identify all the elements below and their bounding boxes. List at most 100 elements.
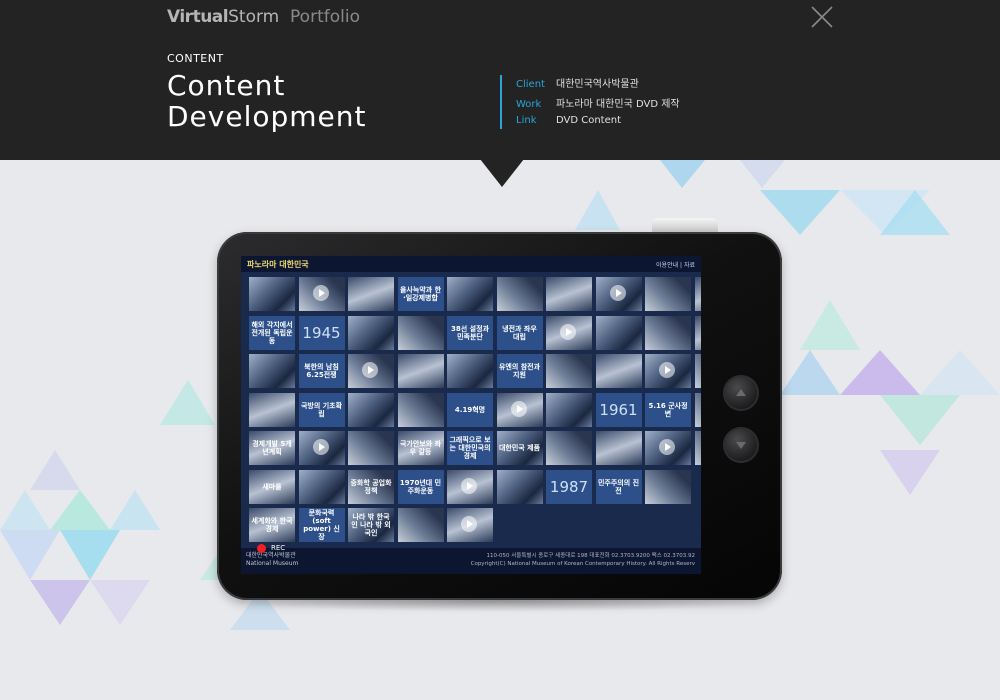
close-icon[interactable] xyxy=(810,5,834,29)
arrow-down-icon xyxy=(736,442,746,449)
content-tile[interactable]: 국방의 기초확립 xyxy=(298,392,345,427)
tile-label: 민주주의의 진전 xyxy=(597,478,640,495)
content-tile[interactable] xyxy=(348,431,394,465)
tile-label: 그래픽으로 보는 대한민국의 경제 xyxy=(449,436,491,460)
content-tile[interactable] xyxy=(397,354,444,388)
content-tile[interactable] xyxy=(645,315,691,350)
content-tile[interactable]: 북한의 남침 6.25전쟁 xyxy=(298,354,345,388)
content-tile[interactable] xyxy=(348,392,394,427)
rec-indicator: REC xyxy=(256,544,286,553)
content-tile[interactable] xyxy=(397,392,444,427)
content-tile[interactable] xyxy=(546,277,592,311)
content-tile[interactable]: 5.16 군사정변 xyxy=(645,392,691,427)
content-tile[interactable] xyxy=(348,315,394,350)
content-tile[interactable] xyxy=(595,315,642,350)
content-tile[interactable] xyxy=(298,277,345,311)
content-tile[interactable] xyxy=(298,469,345,504)
content-tile[interactable] xyxy=(447,354,493,388)
content-tile[interactable]: 대한민국 제품 xyxy=(496,431,543,465)
content-tile[interactable]: 1970년대 민주화운동 xyxy=(397,469,444,504)
content-tile[interactable]: 냉전과 좌우 대립 xyxy=(496,315,543,350)
content-tile[interactable] xyxy=(249,354,295,388)
content-tile[interactable] xyxy=(447,277,493,311)
content-tile[interactable] xyxy=(694,392,701,427)
address-line-1: 110-050 서울특별시 종로구 세종대로 198 대표전화 02.3703.… xyxy=(486,553,695,559)
screen-footer: 대한민국역사박물관 National Museum 110-050 서울특별시 … xyxy=(241,548,701,574)
info-value: 파노라마 대한민국 DVD 제작 xyxy=(556,99,680,110)
content-tile[interactable]: 중화학 공업화 정책 xyxy=(348,469,394,504)
content-tile[interactable]: 을사늑약과 한·일강제병합 xyxy=(397,277,444,311)
content-tile[interactable]: 1987 xyxy=(546,469,592,504)
page-title-line-2: Development xyxy=(167,100,367,133)
tile-label: 유엔의 참전과 지원 xyxy=(498,363,541,379)
tile-label: 해외 각지에서 전개된 독립운동 xyxy=(251,320,293,345)
content-tile[interactable] xyxy=(645,431,691,465)
content-tile[interactable]: 그래픽으로 보는 대한민국의 경제 xyxy=(447,431,493,465)
tile-label: 1987 xyxy=(549,477,589,496)
content-tile[interactable] xyxy=(546,392,592,427)
info-key: Client xyxy=(516,79,545,90)
info-row-work: Work 파노라마 대한민국 DVD 제작 xyxy=(516,95,680,110)
content-tile[interactable] xyxy=(645,277,691,311)
content-tile[interactable] xyxy=(645,354,691,388)
address-line-2: Copyright(C) National Museum of Korean C… xyxy=(470,561,695,567)
info-key: Link xyxy=(516,115,537,126)
play-icon xyxy=(609,285,626,301)
content-tile[interactable]: 4.19혁명 xyxy=(447,392,493,427)
content-tile[interactable] xyxy=(249,392,295,427)
content-tile[interactable] xyxy=(595,431,642,465)
play-icon xyxy=(659,362,675,378)
content-tile[interactable]: 나라 밖 한국인 나라 밖 외국인 xyxy=(348,508,394,542)
museum-logo-line-1: 대한민국역사박물관 xyxy=(246,552,296,559)
content-tile[interactable] xyxy=(447,469,493,504)
content-tile[interactable] xyxy=(249,277,295,311)
content-tile[interactable] xyxy=(546,431,592,465)
museum-logo-line-2: National Museum xyxy=(246,560,299,567)
content-tile[interactable]: 경제개발 5개년계획 xyxy=(249,431,295,465)
content-tile[interactable] xyxy=(348,277,394,311)
tile-label: 나라 밖 한국인 나라 밖 외국인 xyxy=(351,513,391,537)
info-row-client: Client 대한민국역사박물관 xyxy=(516,75,639,90)
info-value: 대한민국역사박물관 xyxy=(556,79,639,90)
info-row-link[interactable]: Link DVD Content xyxy=(516,115,621,126)
arrow-up-icon xyxy=(736,389,746,396)
museum-address: 110-050 서울특별시 종로구 세종대로 198 대표전화 02.3703.… xyxy=(471,552,695,568)
content-tile[interactable] xyxy=(496,277,543,311)
content-tile[interactable]: 세계화와 한국경제 xyxy=(249,508,295,542)
tablet-up-button[interactable] xyxy=(723,375,759,411)
content-tile[interactable]: 38선 설정과 민족분단 xyxy=(447,315,493,350)
content-tile[interactable] xyxy=(694,315,701,350)
content-tile[interactable] xyxy=(397,315,444,350)
content-tile[interactable] xyxy=(496,392,543,427)
content-tile[interactable] xyxy=(694,431,701,465)
tile-label: 문화국력 (soft power) 신장 xyxy=(303,509,340,541)
screen-menu[interactable]: 이용안내 | 자료 xyxy=(656,260,695,269)
project-info: Client 대한민국역사박물관 Work 파노라마 대한민국 DVD 제작 Lin… xyxy=(500,75,822,129)
content-tile[interactable]: 국가안보와 좌우 갈등 xyxy=(397,431,444,465)
info-link[interactable]: DVD Content xyxy=(556,115,621,126)
content-tile[interactable]: 민주주의의 진전 xyxy=(595,469,642,504)
content-tile[interactable]: 해외 각지에서 전개된 독립운동 xyxy=(249,315,295,350)
brand-logo[interactable]: VirtualStorm Portfolio xyxy=(167,7,360,27)
content-tile[interactable] xyxy=(546,354,592,388)
content-tile[interactable] xyxy=(694,277,701,311)
content-tile[interactable]: 새마을 xyxy=(249,469,295,504)
content-tile[interactable] xyxy=(348,354,394,388)
tile-label: 38선 설정과 민족분단 xyxy=(451,324,489,341)
content-tile[interactable] xyxy=(546,315,592,350)
content-tile[interactable]: 1961 xyxy=(595,392,642,427)
content-tile[interactable]: 문화국력 (soft power) 신장 xyxy=(298,508,345,542)
play-icon xyxy=(362,362,378,378)
tablet-down-button[interactable] xyxy=(723,427,759,463)
content-tile[interactable] xyxy=(694,354,701,388)
content-tile[interactable] xyxy=(645,469,691,504)
content-tile[interactable]: 1945 xyxy=(298,315,345,350)
content-tile[interactable] xyxy=(397,508,444,542)
page-title: Content Development xyxy=(167,70,367,132)
content-tile[interactable] xyxy=(496,469,543,504)
content-tile[interactable] xyxy=(298,431,345,465)
content-tile[interactable] xyxy=(595,354,642,388)
content-tile[interactable] xyxy=(447,508,493,542)
content-tile[interactable] xyxy=(595,277,642,311)
content-tile[interactable]: 유엔의 참전과 지원 xyxy=(496,354,543,388)
